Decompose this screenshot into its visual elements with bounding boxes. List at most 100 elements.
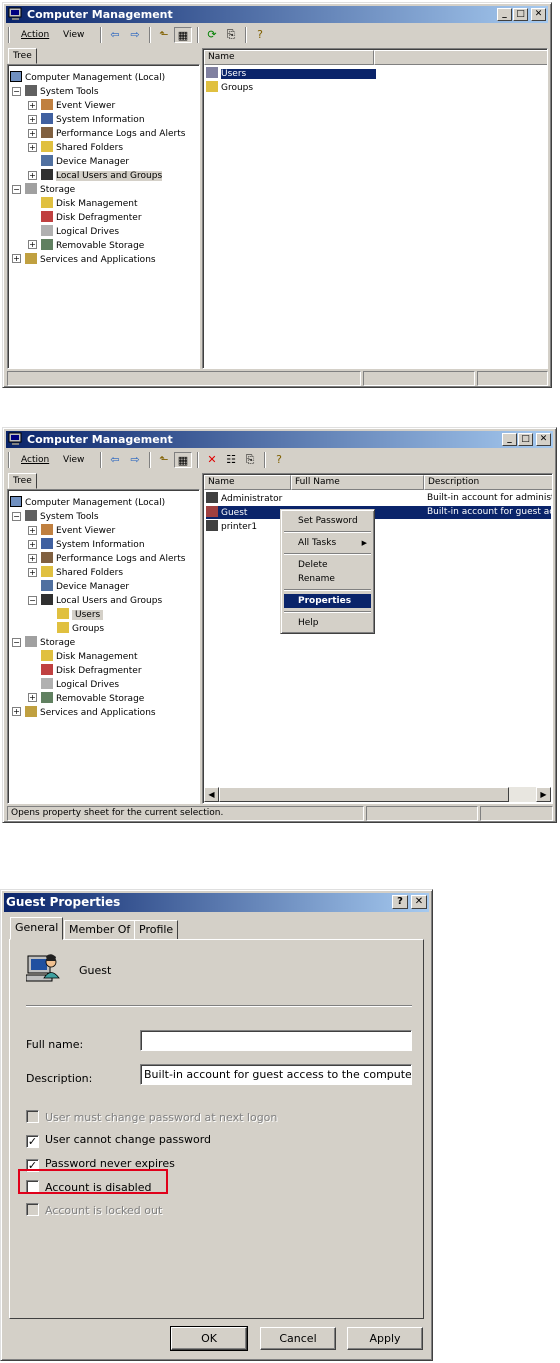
tree-node-device-manager[interactable]: Device Manager: [41, 155, 129, 168]
tree-node-disk-management[interactable]: Disk Management: [41, 650, 137, 663]
checkbox-box[interactable]: ✓: [26, 1135, 39, 1148]
tree-node-shared-folders[interactable]: Shared Folders: [41, 141, 123, 154]
menu-item-help[interactable]: Help: [284, 616, 371, 630]
action-menu[interactable]: Action: [21, 452, 49, 468]
checkbox-user-must-change-password[interactable]: User must change password at next logon: [26, 1110, 277, 1124]
expand-toggle[interactable]: +: [28, 540, 37, 549]
list-item-users[interactable]: Users: [206, 67, 377, 80]
expand-toggle[interactable]: +: [12, 707, 21, 716]
maximize-button[interactable]: □: [518, 433, 533, 446]
view-menu[interactable]: View: [63, 27, 84, 43]
column-header-name[interactable]: Name: [204, 475, 291, 490]
view-menu[interactable]: View: [63, 452, 84, 468]
user-row-guest[interactable]: Guest Built-in account for guest acce: [206, 506, 551, 519]
scroll-right-button[interactable]: ▶: [536, 787, 551, 802]
tree-node-logical-drives[interactable]: Logical Drives: [41, 678, 119, 691]
column-header-description[interactable]: Description: [424, 475, 552, 490]
menu-item-delete[interactable]: Delete: [284, 558, 371, 572]
checkbox-box[interactable]: [26, 1203, 39, 1216]
help-icon[interactable]: ?: [251, 27, 269, 43]
forward-arrow-icon[interactable]: ⇨: [126, 27, 144, 43]
tree-node-performance-logs[interactable]: Performance Logs and Alerts: [41, 127, 185, 140]
minimize-button[interactable]: _: [497, 8, 512, 21]
close-button[interactable]: ✕: [411, 895, 427, 909]
expand-toggle[interactable]: +: [28, 171, 37, 180]
full-name-field[interactable]: [140, 1030, 412, 1051]
expand-toggle[interactable]: +: [28, 101, 37, 110]
tree-node-logical-drives[interactable]: Logical Drives: [41, 225, 119, 238]
expand-toggle[interactable]: +: [28, 143, 37, 152]
tree-node-disk-management[interactable]: Disk Management: [41, 197, 137, 210]
show-hide-tree-icon[interactable]: ▦: [174, 27, 192, 43]
tree-node-services-and-applications[interactable]: Services and Applications: [25, 253, 156, 266]
tree-tab[interactable]: Tree: [8, 473, 37, 489]
help-icon[interactable]: ?: [270, 452, 288, 468]
expand-toggle[interactable]: +: [28, 554, 37, 563]
back-arrow-icon[interactable]: ⇦: [106, 452, 124, 468]
collapse-toggle[interactable]: −: [12, 185, 21, 194]
tab-general[interactable]: General: [10, 917, 64, 940]
checkbox-box[interactable]: [26, 1110, 39, 1123]
delete-icon[interactable]: ✕: [203, 452, 221, 468]
tree-node-users[interactable]: Users: [57, 608, 104, 621]
ok-button[interactable]: OK: [170, 1326, 248, 1351]
tree-node-event-viewer[interactable]: Event Viewer: [41, 524, 115, 537]
collapse-toggle[interactable]: −: [28, 596, 37, 605]
tab-profile[interactable]: Profile: [134, 920, 179, 940]
tree-node-removable-storage[interactable]: Removable Storage: [41, 239, 144, 252]
cancel-button[interactable]: Cancel: [260, 1327, 336, 1350]
column-header-name[interactable]: Name: [204, 50, 374, 65]
dialog-titlebar[interactable]: Guest Properties ? ✕: [4, 893, 429, 912]
menu-item-set-password[interactable]: Set Password: [284, 514, 371, 528]
expand-toggle[interactable]: +: [28, 568, 37, 577]
tree-node-system-tools[interactable]: System Tools: [25, 510, 99, 523]
back-arrow-icon[interactable]: ⇦: [106, 27, 124, 43]
expand-toggle[interactable]: +: [12, 254, 21, 263]
tree-node-computer-management[interactable]: Computer Management (Local): [10, 71, 165, 84]
tree-node-local-users-and-groups[interactable]: Local Users and Groups: [41, 594, 162, 607]
users-list-pane[interactable]: Name Full Name Description Administrator…: [202, 473, 553, 804]
tree-node-removable-storage[interactable]: Removable Storage: [41, 692, 144, 705]
scroll-left-button[interactable]: ◀: [204, 787, 219, 802]
tree-node-shared-folders[interactable]: Shared Folders: [41, 566, 123, 579]
list-pane[interactable]: Name Users Groups: [202, 48, 548, 369]
tree-pane[interactable]: − + + + + + − + + Computer Management (L…: [7, 64, 200, 369]
tree-node-services-and-applications[interactable]: Services and Applications: [25, 706, 156, 719]
collapse-toggle[interactable]: −: [12, 512, 21, 521]
tree-node-disk-defragmenter[interactable]: Disk Defragmenter: [41, 664, 142, 677]
tree-pane[interactable]: − + + + + − − + + Computer Management (L…: [7, 489, 200, 804]
tree-node-device-manager[interactable]: Device Manager: [41, 580, 129, 593]
list-item-groups[interactable]: Groups: [206, 81, 253, 94]
expand-toggle[interactable]: +: [28, 129, 37, 138]
column-header-empty[interactable]: [374, 50, 547, 65]
menu-item-properties[interactable]: Properties: [284, 594, 371, 608]
close-button[interactable]: ✕: [536, 433, 551, 446]
scroll-thumb[interactable]: [219, 787, 509, 802]
tree-node-storage[interactable]: Storage: [25, 183, 75, 196]
checkbox-user-cannot-change-password[interactable]: ✓ User cannot change password: [26, 1133, 211, 1148]
collapse-toggle[interactable]: −: [12, 638, 21, 647]
menu-item-rename[interactable]: Rename: [284, 572, 371, 586]
expand-toggle[interactable]: +: [28, 240, 37, 249]
tree-node-disk-defragmenter[interactable]: Disk Defragmenter: [41, 211, 142, 224]
window-1-titlebar[interactable]: Computer Management _ □ ✕: [6, 6, 548, 23]
apply-button[interactable]: Apply: [347, 1327, 423, 1350]
export-list-icon[interactable]: ⎘: [222, 27, 240, 43]
tab-member-of[interactable]: Member Of: [64, 920, 136, 940]
tree-node-storage[interactable]: Storage: [25, 636, 75, 649]
tree-tab[interactable]: Tree: [8, 48, 37, 64]
help-button[interactable]: ?: [392, 895, 408, 909]
up-one-level-icon[interactable]: ⬑: [155, 452, 173, 468]
maximize-button[interactable]: □: [513, 8, 528, 21]
checkbox-account-is-locked-out[interactable]: Account is locked out: [26, 1203, 162, 1217]
show-hide-tree-icon[interactable]: ▦: [174, 452, 192, 468]
user-row-printer1[interactable]: printer1: [206, 520, 257, 533]
description-field[interactable]: Built-in account for guest access to the…: [140, 1064, 412, 1085]
tree-node-computer-management[interactable]: Computer Management (Local): [10, 496, 165, 509]
menu-item-all-tasks[interactable]: All Tasks ▶: [284, 536, 371, 550]
user-row-administrator[interactable]: Administrator Built-in account for admini…: [206, 492, 552, 505]
action-menu[interactable]: Action: [21, 27, 49, 43]
expand-toggle[interactable]: +: [28, 693, 37, 702]
expand-toggle[interactable]: +: [28, 115, 37, 124]
properties-icon[interactable]: ☷: [222, 452, 240, 468]
